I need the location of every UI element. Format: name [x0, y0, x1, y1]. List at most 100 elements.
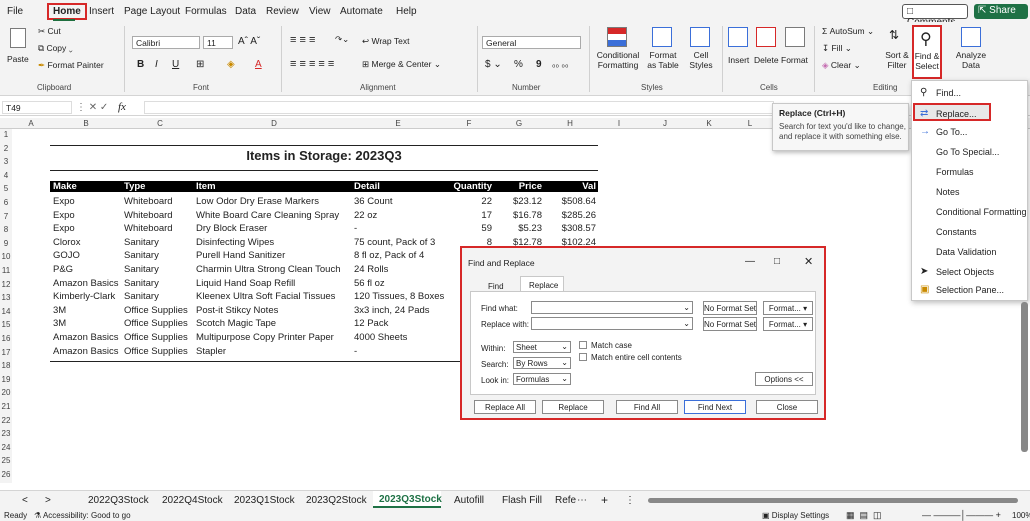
- table-cell[interactable]: Whiteboard: [124, 223, 173, 234]
- number-format-select[interactable]: General: [482, 36, 581, 49]
- minimize-icon[interactable]: —: [745, 256, 755, 267]
- column-header[interactable]: I: [596, 119, 642, 128]
- row-header[interactable]: 20: [0, 388, 12, 397]
- table-cell[interactable]: Clorox: [53, 237, 80, 248]
- underline-button[interactable]: U: [172, 59, 179, 70]
- row-header[interactable]: 16: [0, 334, 12, 343]
- menu-review[interactable]: Review: [266, 6, 299, 17]
- tab-scroll-right-icon[interactable]: >: [45, 495, 51, 506]
- table-cell[interactable]: Scotch Magic Tape: [196, 318, 276, 329]
- formula-controls[interactable]: ⋮ ✕ ✓: [76, 102, 108, 113]
- row-header[interactable]: 10: [0, 252, 12, 261]
- table-cell[interactable]: Office Supplies: [124, 318, 188, 329]
- table-cell[interactable]: 22: [444, 196, 492, 207]
- menu-item-formulas[interactable]: Formulas: [912, 163, 1029, 181]
- table-cell[interactable]: -: [354, 346, 357, 357]
- comma-button[interactable]: 9: [536, 59, 542, 70]
- font-name-select[interactable]: Calibri: [132, 36, 200, 49]
- table-cell[interactable]: Sanitary: [124, 237, 159, 248]
- header-cell[interactable]: Price: [494, 181, 542, 192]
- menu-item-conditional-formatting[interactable]: Conditional Formatting: [912, 203, 1029, 221]
- clear-button[interactable]: ◈ Clear ⌄: [822, 60, 861, 71]
- table-cell[interactable]: Whiteboard: [124, 196, 173, 207]
- header-cell[interactable]: Val: [544, 181, 596, 192]
- within-select[interactable]: Sheet ⌄: [513, 341, 571, 353]
- find-all-button[interactable]: Find All: [616, 400, 678, 414]
- maximize-icon[interactable]: □: [774, 256, 780, 267]
- sheet-tab[interactable]: 2023Q1Stock: [234, 495, 295, 506]
- replace-button[interactable]: Replace: [542, 400, 604, 414]
- fill-color-button[interactable]: ◈: [227, 59, 235, 70]
- column-header[interactable]: B: [50, 119, 122, 128]
- sheet-tab[interactable]: 2022Q3Stock: [88, 495, 149, 506]
- more-tabs-icon[interactable]: ⋯: [577, 495, 587, 506]
- table-cell[interactable]: 8 fl oz, Pack of 4: [354, 250, 424, 261]
- fx-icon[interactable]: fx: [118, 101, 126, 113]
- table-cell[interactable]: Sanitary: [124, 278, 159, 289]
- table-cell[interactable]: White Board Care Cleaning Spray: [196, 210, 339, 221]
- table-cell[interactable]: 4000 Sheets: [354, 332, 407, 343]
- header-cell[interactable]: Make: [53, 181, 77, 192]
- sheet-tab[interactable]: 2022Q4Stock: [162, 495, 223, 506]
- font-grow-shrink-buttons[interactable]: Aˆ Aˇ: [238, 36, 260, 47]
- table-cell[interactable]: 22 oz: [354, 210, 377, 221]
- table-cell[interactable]: $508.64: [544, 196, 596, 207]
- row-header[interactable]: 2: [0, 144, 12, 153]
- font-size-select[interactable]: 11: [203, 36, 233, 49]
- fill-button[interactable]: ↧ Fill ⌄: [822, 43, 852, 54]
- sheet-title[interactable]: Items in Storage: 2023Q3: [50, 148, 598, 163]
- horizontal-scrollbar[interactable]: [648, 498, 1018, 503]
- row-header[interactable]: 4: [0, 171, 12, 180]
- menu-item-data-validation[interactable]: Data Validation: [912, 243, 1029, 261]
- header-cell[interactable]: Quantity: [444, 181, 492, 192]
- table-cell[interactable]: Amazon Basics: [53, 346, 118, 357]
- table-cell[interactable]: 3x3 inch, 24 Pads: [354, 305, 430, 316]
- row-header[interactable]: 13: [0, 293, 12, 302]
- wrap-text-button[interactable]: ↩ Wrap Text: [362, 36, 409, 47]
- table-cell[interactable]: Kimberly-Clark: [53, 291, 115, 302]
- table-cell[interactable]: Expo: [53, 210, 75, 221]
- bold-button[interactable]: B: [137, 59, 144, 70]
- table-cell[interactable]: Dry Block Eraser: [196, 223, 267, 234]
- row-header[interactable]: 19: [0, 375, 12, 384]
- table-cell[interactable]: Amazon Basics: [53, 278, 118, 289]
- column-header[interactable]: E: [352, 119, 444, 128]
- tab-find[interactable]: Find: [488, 282, 504, 291]
- table-cell[interactable]: Charmin Ultra Strong Clean Touch: [196, 264, 341, 275]
- column-header[interactable]: L: [730, 119, 770, 128]
- row-header[interactable]: 26: [0, 470, 12, 479]
- row-header[interactable]: 9: [0, 239, 12, 248]
- menu-item-goto-special[interactable]: Go To Special...: [912, 143, 1029, 161]
- merge-center-button[interactable]: ⊞ Merge & Center ⌄: [362, 59, 441, 70]
- view-buttons[interactable]: ▦ ▤ ◫: [846, 510, 882, 521]
- table-cell[interactable]: $5.23: [494, 223, 542, 234]
- table-cell[interactable]: -: [354, 223, 357, 234]
- find-what-input[interactable]: ⌄: [531, 301, 693, 314]
- row-header[interactable]: 5: [0, 184, 12, 193]
- sheet-tab[interactable]: Refe: [555, 495, 576, 506]
- name-box[interactable]: T49: [2, 101, 72, 114]
- close-icon[interactable]: ✕: [804, 255, 813, 268]
- match-case-checkbox[interactable]: [579, 341, 587, 349]
- table-cell[interactable]: Whiteboard: [124, 210, 173, 221]
- column-header[interactable]: H: [544, 119, 596, 128]
- menu-help[interactable]: Help: [396, 6, 417, 17]
- table-cell[interactable]: Multipurpose Copy Printer Paper: [196, 332, 334, 343]
- delete-button[interactable]: Delete: [754, 55, 779, 65]
- cell-styles-button[interactable]: Cell Styles: [684, 50, 718, 70]
- copy-button[interactable]: ⧉ Copy ⌄: [38, 43, 73, 54]
- menu-item-notes[interactable]: Notes: [912, 183, 1029, 201]
- analyze-data-button[interactable]: Analyze Data: [954, 50, 988, 70]
- orientation-icon[interactable]: ↷⌄: [335, 34, 349, 45]
- header-cell[interactable]: Detail: [354, 181, 380, 192]
- menu-page-layout[interactable]: Page Layout: [124, 6, 180, 17]
- table-cell[interactable]: Purell Hand Sanitizer: [196, 250, 285, 261]
- menu-automate[interactable]: Automate: [340, 6, 383, 17]
- align-left-icon[interactable]: ≡ ≡ ≡ ≡ ≡: [290, 58, 334, 70]
- row-header[interactable]: 25: [0, 456, 12, 465]
- conditional-formatting-button[interactable]: Conditional Formatting: [594, 50, 642, 70]
- replace-format-button[interactable]: Format... ▾: [763, 317, 813, 331]
- menu-item-find[interactable]: ⚲ Find...: [912, 84, 1029, 102]
- sheet-tab[interactable]: Autofill: [454, 495, 484, 506]
- row-header[interactable]: 17: [0, 348, 12, 357]
